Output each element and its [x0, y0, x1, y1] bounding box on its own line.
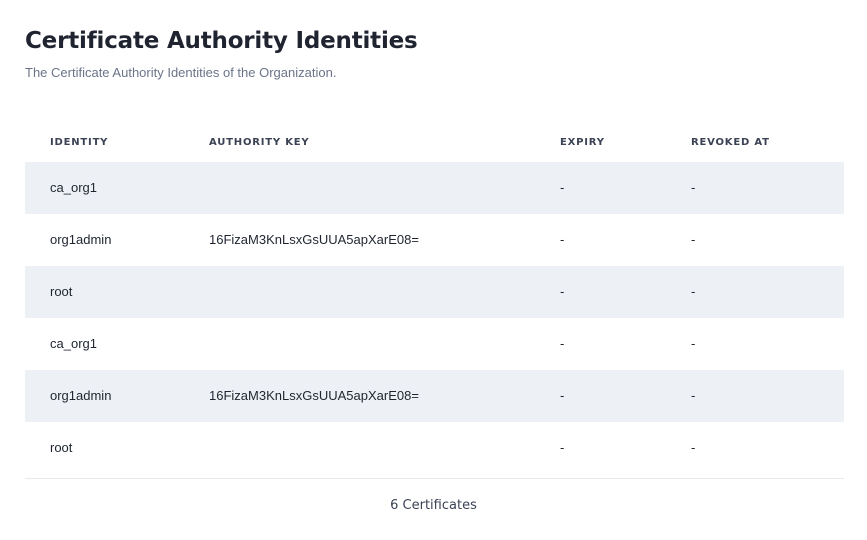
table-row[interactable]: ca_org1 - - [25, 318, 844, 370]
cell-revoked-at: - [691, 180, 696, 195]
cell-authority-key: 16FizaM3KnLsxGsUUA5apXarE08= [209, 388, 419, 403]
table-row[interactable]: org1admin 16FizaM3KnLsxGsUUA5apXarE08= -… [25, 370, 844, 422]
cell-revoked-at: - [691, 336, 696, 351]
cell-expiry: - [560, 388, 565, 403]
cell-revoked-at: - [691, 440, 696, 455]
cell-identity: org1admin [50, 388, 112, 403]
cell-identity: ca_org1 [50, 180, 97, 195]
cell-expiry: - [560, 336, 565, 351]
cell-expiry: - [560, 440, 565, 455]
cell-identity: ca_org1 [50, 336, 97, 351]
column-header-revoked-at[interactable]: REVOKED AT [691, 137, 770, 148]
certificate-count: 6 Certificates [390, 498, 477, 513]
cell-identity: root [50, 284, 73, 299]
cell-identity: org1admin [50, 232, 112, 247]
certificates-table: IDENTITY AUTHORITY KEY EXPIRY REVOKED AT… [25, 120, 844, 479]
table-row[interactable]: org1admin 16FizaM3KnLsxGsUUA5apXarE08= -… [25, 214, 844, 266]
table-divider [25, 478, 844, 479]
cell-expiry: - [560, 180, 565, 195]
table-row[interactable]: ca_org1 - - [25, 162, 844, 214]
column-header-authority-key[interactable]: AUTHORITY KEY [209, 137, 309, 148]
table-row[interactable]: root - - [25, 266, 844, 318]
cell-authority-key: 16FizaM3KnLsxGsUUA5apXarE08= [209, 232, 419, 247]
cell-revoked-at: - [691, 232, 696, 247]
cell-expiry: - [560, 232, 565, 247]
cell-identity: root [50, 440, 73, 455]
cell-revoked-at: - [691, 388, 696, 403]
table-header: IDENTITY AUTHORITY KEY EXPIRY REVOKED AT [25, 120, 844, 162]
cell-expiry: - [560, 284, 565, 299]
page-title: Certificate Authority Identities [25, 28, 418, 54]
column-header-identity[interactable]: IDENTITY [50, 137, 108, 148]
page-subtitle: The Certificate Authority Identities of … [25, 65, 337, 80]
table-row[interactable]: root - - [25, 422, 844, 474]
column-header-expiry[interactable]: EXPIRY [560, 137, 605, 148]
cell-revoked-at: - [691, 284, 696, 299]
